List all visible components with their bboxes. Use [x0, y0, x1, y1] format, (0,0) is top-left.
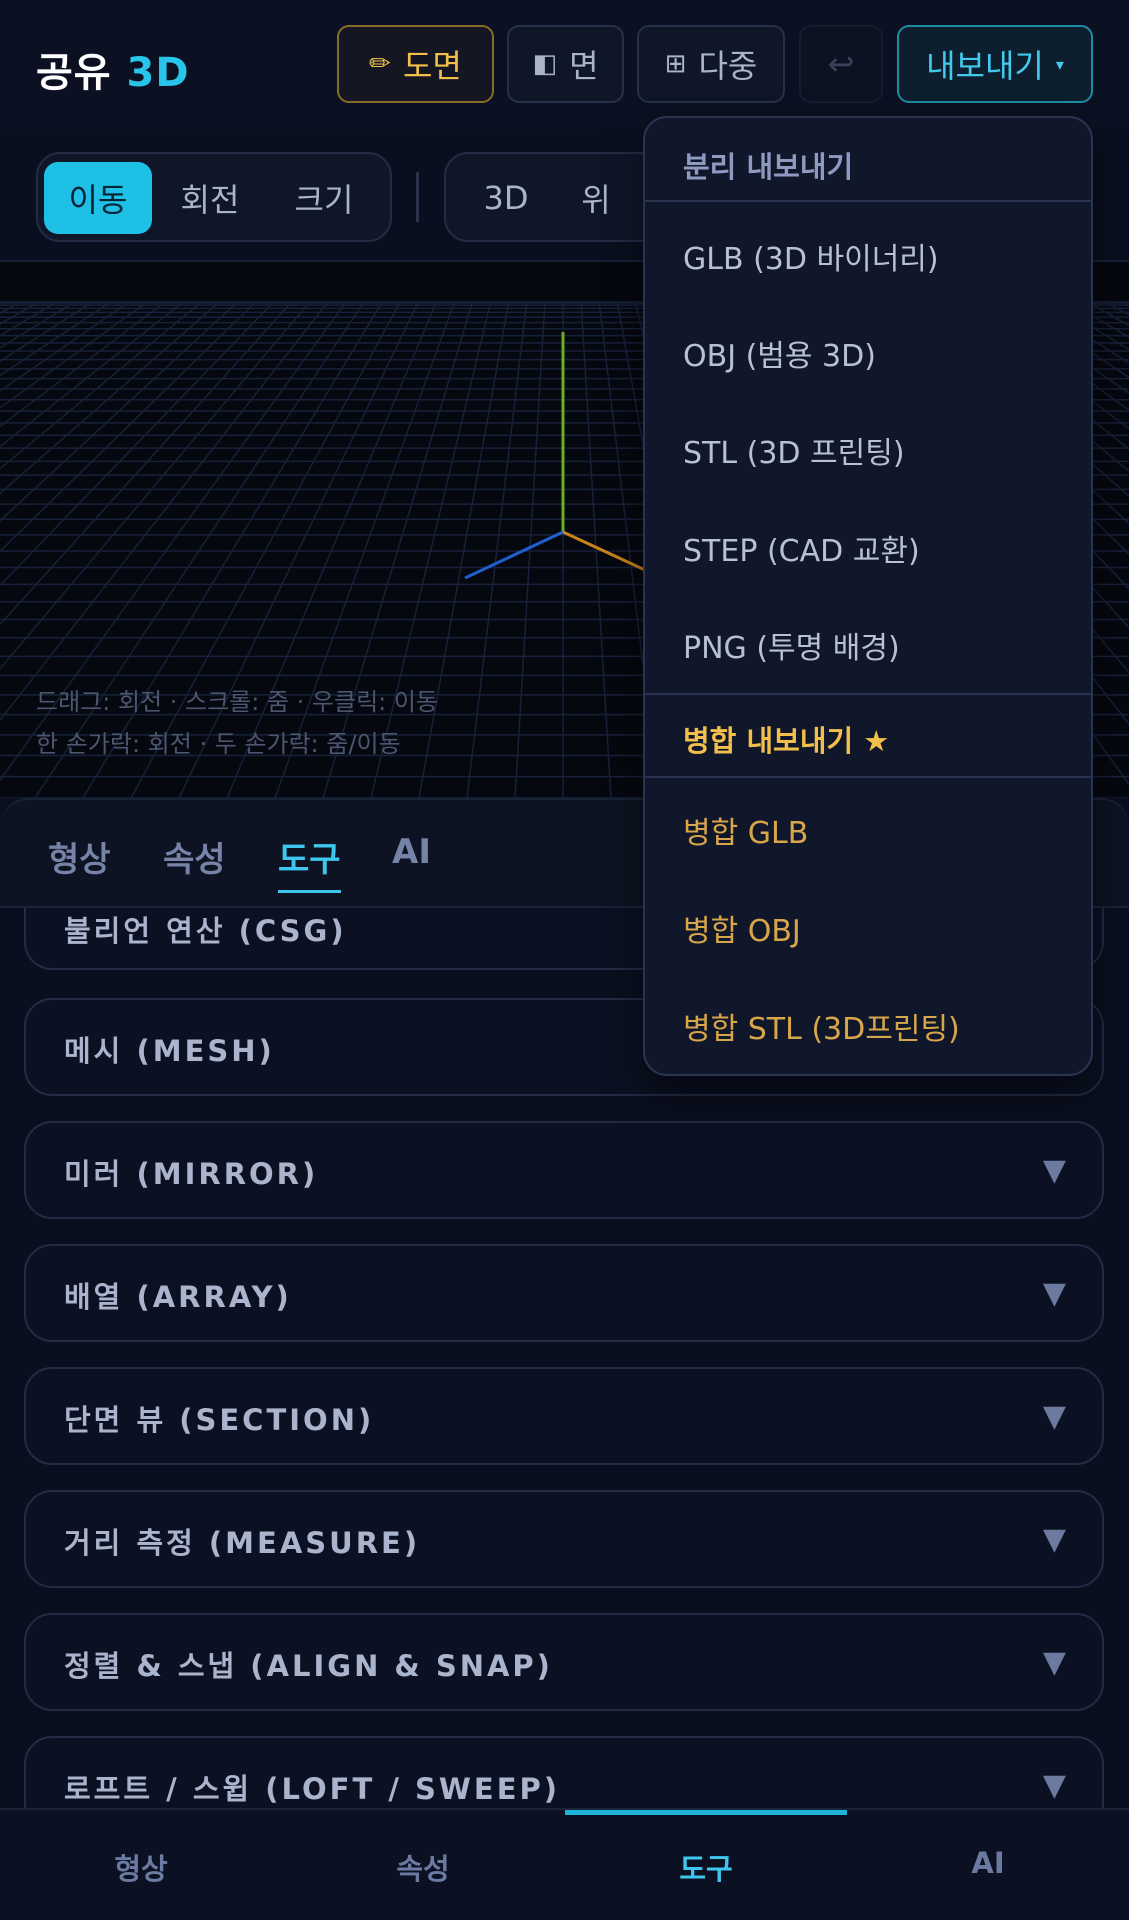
menu-divider — [645, 200, 1091, 202]
pencil-icon: ✏ — [369, 49, 391, 79]
undo-icon: ↩ — [827, 45, 855, 83]
panel-tab-ai[interactable]: AI — [392, 832, 431, 872]
export-obj[interactable]: OBJ (범용 3D) — [683, 331, 876, 375]
export-stl[interactable]: STL (3D 프린팅) — [683, 428, 905, 472]
mode-scale[interactable]: 크기 — [270, 162, 378, 234]
section-align-snap[interactable]: 정렬 & 스냅 (ALIGN & SNAP) ▼ — [24, 1613, 1104, 1711]
z-axis — [464, 530, 564, 580]
toolbar-divider — [416, 172, 419, 222]
logo-main: 공유 — [36, 50, 112, 96]
menu-divider — [645, 776, 1091, 778]
half-square-icon: ◧ — [532, 49, 558, 79]
export-button[interactable]: 내보내기 ▾ — [897, 25, 1093, 103]
viewport-hint-desktop: 드래그: 회전 · 스크롤: 줌 · 우클릭: 이동 — [36, 688, 439, 716]
panel-tab-tools[interactable]: 도구 — [278, 832, 341, 893]
separate-export-header: 분리 내보내기 — [683, 150, 854, 184]
merge-export-header: 병합 내보내기 ★ — [683, 724, 890, 758]
export-merge-glb[interactable]: 병합 GLB — [683, 808, 808, 852]
export-dropdown-menu: 분리 내보내기 GLB (3D 바이너리) OBJ (범용 3D) STL (3… — [643, 116, 1093, 1076]
section-title: 거리 측정 (MEASURE) — [64, 1526, 421, 1560]
transform-mode-group: 이동 회전 크기 — [36, 152, 392, 242]
chevron-down-icon: ▼ — [1042, 1153, 1066, 1188]
export-merge-stl[interactable]: 병합 STL (3D프린팅) — [683, 1004, 960, 1048]
section-array[interactable]: 배열 (ARRAY) ▼ — [24, 1244, 1104, 1342]
section-title: 메시 (MESH) — [64, 1034, 275, 1068]
section-section-view[interactable]: 단면 뷰 (SECTION) ▼ — [24, 1367, 1104, 1465]
bottom-nav-ai[interactable]: AI — [847, 1846, 1129, 1880]
grid-icon: ⊞ — [664, 49, 687, 79]
chevron-down-icon: ▼ — [1042, 1399, 1066, 1434]
drawing-label: 도면 — [402, 47, 462, 85]
export-png[interactable]: PNG (투명 배경) — [683, 623, 900, 667]
chevron-down-icon: ▼ — [1042, 1522, 1066, 1557]
chevron-down-icon: ▼ — [1042, 1645, 1066, 1680]
section-title: 미러 (MIRROR) — [64, 1157, 319, 1191]
section-title: 로프트 / 스윕 (LOFT / SWEEP) — [64, 1772, 561, 1806]
drawing-button[interactable]: ✏ 도면 — [337, 25, 494, 103]
chevron-down-icon: ▼ — [1042, 1768, 1066, 1803]
bottom-nav-tools[interactable]: 도구 — [565, 1846, 847, 1888]
section-mirror[interactable]: 미러 (MIRROR) ▼ — [24, 1121, 1104, 1219]
menu-divider — [645, 693, 1091, 695]
section-title: 배열 (ARRAY) — [64, 1280, 292, 1314]
section-measure[interactable]: 거리 측정 (MEASURE) ▼ — [24, 1490, 1104, 1588]
section-title: 불리언 연산 (CSG) — [64, 914, 347, 948]
top-bar: 공유 3D ✏ 도면 ◧ 면 ⊞ 다중 ↩ 내보내기 ▾ — [0, 0, 1129, 130]
viewport-hint-touch: 한 손가락: 회전 · 두 손가락: 줌/이동 — [36, 730, 401, 758]
mode-rotate[interactable]: 회전 — [156, 162, 264, 234]
app-logo: 공유 3D — [36, 40, 190, 98]
export-merge-obj[interactable]: 병합 OBJ — [683, 906, 801, 950]
multi-label: 다중 — [698, 47, 758, 85]
view-3d[interactable]: 3D — [456, 162, 556, 234]
face-label: 면 — [569, 47, 599, 85]
export-step[interactable]: STEP (CAD 교환) — [683, 526, 920, 570]
section-title: 정렬 & 스냅 (ALIGN & SNAP) — [64, 1649, 553, 1683]
bottom-nav-active-indicator — [565, 1810, 847, 1815]
panel-tab-shape[interactable]: 형상 — [48, 832, 111, 881]
bottom-nav-shape[interactable]: 형상 — [0, 1846, 282, 1888]
export-glb[interactable]: GLB (3D 바이너리) — [683, 234, 939, 278]
mode-move[interactable]: 이동 — [44, 162, 152, 234]
face-button[interactable]: ◧ 면 — [507, 25, 624, 103]
bottom-nav-properties[interactable]: 속성 — [282, 1846, 564, 1888]
section-title: 단면 뷰 (SECTION) — [64, 1403, 375, 1437]
chevron-down-icon: ▼ — [1042, 1276, 1066, 1311]
export-label: 내보내기 — [926, 47, 1044, 85]
undo-button[interactable]: ↩ — [799, 25, 883, 103]
panel-tab-properties[interactable]: 속성 — [163, 832, 226, 881]
bottom-nav: 형상 속성 도구 AI — [0, 1808, 1129, 1920]
view-top[interactable]: 위 — [556, 162, 636, 234]
caret-down-icon: ▾ — [1055, 54, 1064, 74]
multi-button[interactable]: ⊞ 다중 — [637, 25, 785, 103]
logo-accent: 3D — [126, 50, 190, 96]
